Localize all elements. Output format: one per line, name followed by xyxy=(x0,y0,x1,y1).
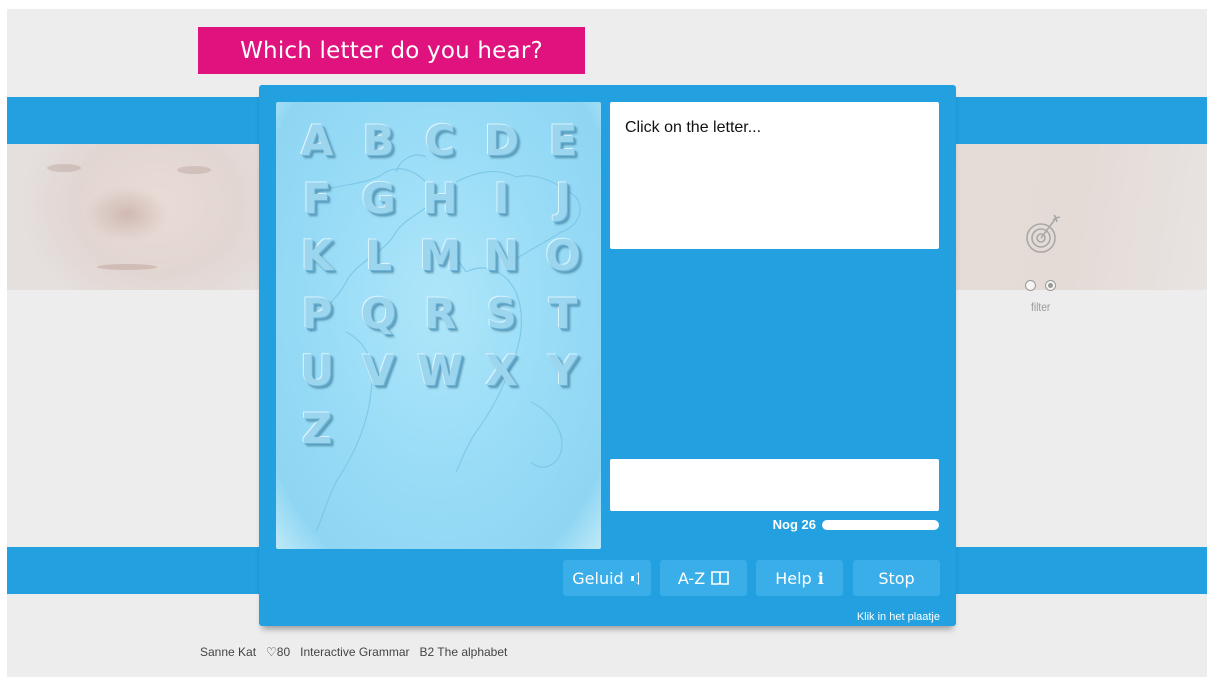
letter-u[interactable]: U xyxy=(292,346,342,396)
info-icon: i xyxy=(817,568,824,588)
filter-radio-1[interactable] xyxy=(1025,280,1036,291)
letter-m[interactable]: M xyxy=(415,231,465,281)
stop-button[interactable]: Stop xyxy=(853,560,940,596)
progress-label: Nog 26 xyxy=(772,517,816,532)
letter-l[interactable]: L xyxy=(354,231,404,281)
letter-h[interactable]: H xyxy=(415,174,465,224)
letter-c[interactable]: C xyxy=(415,116,465,166)
exercise-panel: ABCDE FGHIJ KLMNO PQRST UVWXY Z Click on the … xyxy=(259,85,956,626)
letter-p[interactable]: P xyxy=(292,289,342,339)
score-badge: ♡80 xyxy=(266,645,291,659)
letter-o[interactable]: O xyxy=(538,231,588,281)
letter-y[interactable]: Y xyxy=(538,346,588,396)
photo-detail xyxy=(97,264,157,270)
background-photo-left xyxy=(7,144,259,290)
photo-detail xyxy=(177,166,211,174)
book-icon xyxy=(711,571,729,585)
letter-s[interactable]: S xyxy=(477,289,527,339)
letter-z[interactable]: Z xyxy=(292,404,342,454)
letter-w[interactable]: W xyxy=(415,346,465,396)
background-photo-right xyxy=(956,144,1207,290)
photo-detail xyxy=(47,164,81,172)
user-name: Sanne Kat xyxy=(200,645,257,659)
help-button-label: Help xyxy=(775,568,812,588)
target-icon[interactable] xyxy=(1024,212,1064,256)
filter-label: filter xyxy=(1031,300,1051,314)
sound-button-label: Geluid xyxy=(572,568,624,588)
sound-button[interactable]: Geluid xyxy=(563,560,651,596)
letter-f[interactable]: F xyxy=(292,174,342,224)
letter-q[interactable]: Q xyxy=(354,289,404,339)
status-bar: Sanne Kat ♡80 Interactive Grammar B2 The… xyxy=(200,645,507,659)
letter-x[interactable]: X xyxy=(477,346,527,396)
page-title: Which letter do you hear? xyxy=(198,27,585,74)
a-z-button[interactable]: A-Z xyxy=(660,560,747,596)
letter-k[interactable]: K xyxy=(292,231,342,281)
letter-i[interactable]: I xyxy=(477,174,527,224)
question-prompt: Click on the letter... xyxy=(625,119,762,136)
letter-g[interactable]: G xyxy=(354,174,404,224)
letter-e[interactable]: E xyxy=(538,116,588,166)
a-z-button-label: A-Z xyxy=(677,568,706,588)
stop-button-label: Stop xyxy=(878,568,915,588)
question-box: Click on the letter... xyxy=(610,102,939,249)
letters-board[interactable]: ABCDE FGHIJ KLMNO PQRST UVWXY Z xyxy=(276,102,601,549)
speaker-icon xyxy=(630,571,642,586)
letter-t[interactable]: T xyxy=(538,289,588,339)
lesson-name[interactable]: B2 The alphabet xyxy=(420,645,508,659)
letter-b[interactable]: B xyxy=(354,116,404,166)
course-name[interactable]: Interactive Grammar xyxy=(300,645,409,659)
letter-r[interactable]: R xyxy=(415,289,465,339)
click-picture-link[interactable]: Klik in het plaatje xyxy=(857,611,940,623)
help-button[interactable]: Help i xyxy=(756,560,843,596)
filter-radio-2[interactable] xyxy=(1045,280,1056,291)
progress-bar xyxy=(822,520,939,530)
letter-a[interactable]: A xyxy=(292,116,342,166)
answer-field[interactable] xyxy=(610,459,939,511)
letter-v[interactable]: V xyxy=(354,346,404,396)
letter-d[interactable]: D xyxy=(477,116,527,166)
letter-n[interactable]: N xyxy=(477,231,527,281)
letter-j[interactable]: J xyxy=(538,174,588,224)
